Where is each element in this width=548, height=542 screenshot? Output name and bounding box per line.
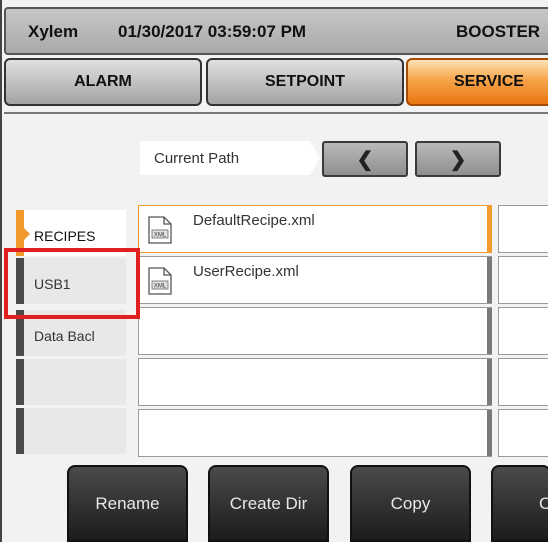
current-path-label: Current Path [140,141,320,175]
list-cell[interactable] [498,205,548,253]
file-row-empty[interactable] [138,358,492,406]
chevron-right-icon: ❯ [449,148,467,171]
sidebar-item-empty[interactable] [16,408,126,454]
sidebar-item-empty[interactable] [16,359,126,405]
tab-bar: ALARM SETPOINT SERVICE [0,56,548,112]
xml-file-icon: XML [148,267,172,295]
partial-action-button[interactable]: C [491,465,548,542]
highlight-box [4,248,140,319]
copy-button[interactable]: Copy [350,465,471,542]
svg-text:XML: XML [154,284,167,290]
sidebar-item-label: RECIPES [34,228,96,244]
panel-divider [4,112,548,114]
tab-setpoint[interactable]: SETPOINT [206,58,404,106]
svg-text:XML: XML [154,233,167,239]
station-label: BOOSTER [456,22,541,41]
file-name: DefaultRecipe.xml [193,212,315,229]
tab-service[interactable]: SERVICE [406,58,548,106]
xml-file-icon: XML [148,216,172,244]
create-dir-button[interactable]: Create Dir [208,465,329,542]
file-name: UserRecipe.xml [193,263,299,280]
list-cell[interactable] [498,409,548,457]
tab-alarm[interactable]: ALARM [4,58,202,106]
path-forward-button[interactable]: ❯ [415,141,501,177]
chevron-left-icon: ❮ [356,148,374,171]
list-cell[interactable] [498,358,548,406]
header-bar: Xylem 01/30/2017 03:59:07 PM BOOSTER [4,7,548,55]
brand-label: Xylem [28,22,79,41]
path-back-button[interactable]: ❮ [322,141,408,177]
file-row[interactable]: XML DefaultRecipe.xml [138,205,492,253]
rename-button[interactable]: Rename [67,465,188,542]
file-row[interactable]: XML UserRecipe.xml [138,256,492,304]
file-row-empty[interactable] [138,409,492,457]
list-cell[interactable] [498,307,548,355]
sidebar-item-label: Data Bacl [34,328,95,344]
file-row-empty[interactable] [138,307,492,355]
datetime-label: 01/30/2017 03:59:07 PM [118,22,307,41]
list-cell[interactable] [498,256,548,304]
